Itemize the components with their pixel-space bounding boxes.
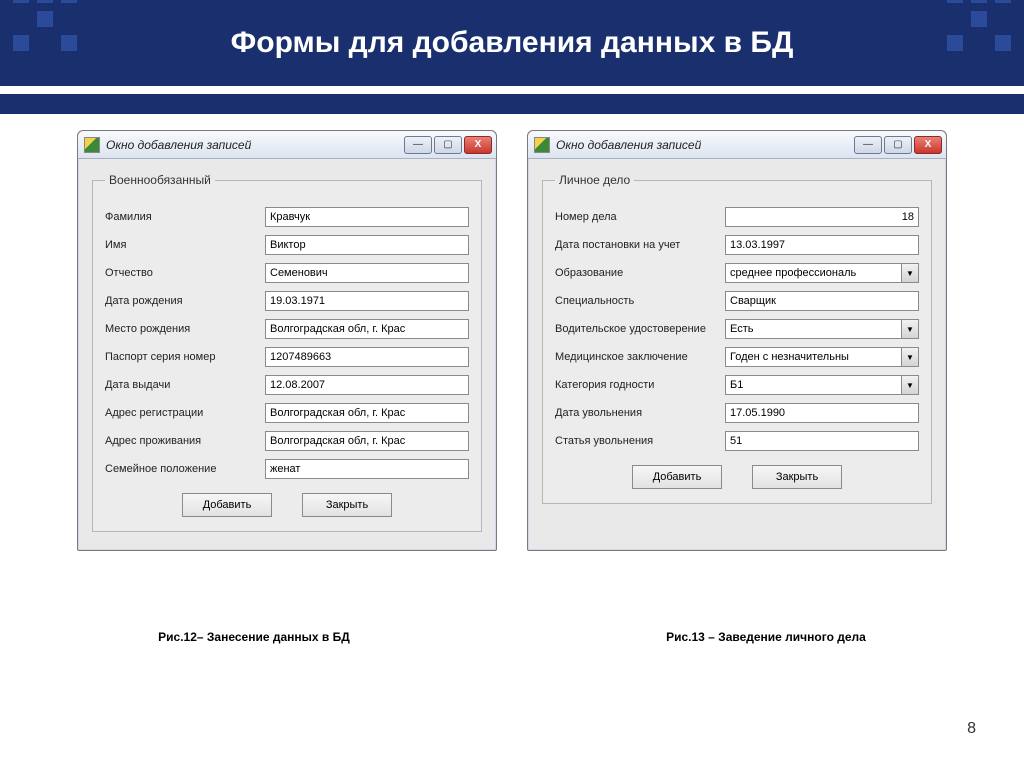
- label-patronymic: Отчество: [105, 267, 265, 279]
- slide-title: Формы для добавления данных в БД: [0, 0, 1024, 86]
- maximize-button[interactable]: ▢: [884, 136, 912, 154]
- label-discharge-date: Дата увольнения: [555, 407, 725, 419]
- label-name: Имя: [105, 239, 265, 251]
- close-button[interactable]: X: [914, 136, 942, 154]
- groupbox-person: Военнообязанный Фамилия Имя Отчество Дат…: [92, 173, 482, 532]
- label-speciality: Специальность: [555, 295, 725, 307]
- input-name[interactable]: [265, 235, 469, 255]
- label-driver: Водительское удостоверение: [555, 323, 725, 335]
- input-surname[interactable]: [265, 207, 469, 227]
- window-title: Окно добавления записей: [556, 138, 854, 152]
- input-marital[interactable]: [265, 459, 469, 479]
- label-birthdate: Дата рождения: [105, 295, 265, 307]
- window-add-record-case: Окно добавления записей — ▢ X Личное дел…: [527, 130, 947, 551]
- input-issue-date[interactable]: [265, 375, 469, 395]
- label-reg-date: Дата постановки на учет: [555, 239, 725, 251]
- label-issue-date: Дата выдачи: [105, 379, 265, 391]
- label-education: Образование: [555, 267, 725, 279]
- add-button[interactable]: Добавить: [182, 493, 272, 517]
- input-birthdate[interactable]: [265, 291, 469, 311]
- window-add-record-person: Окно добавления записей — ▢ X Военнообяз…: [77, 130, 497, 551]
- caption-left: Рис.12– Занесение данных в БД: [158, 630, 350, 644]
- window-title: Окно добавления записей: [106, 138, 404, 152]
- close-button[interactable]: X: [464, 136, 492, 154]
- decoration-grid-right: [946, 0, 1012, 52]
- maximize-button[interactable]: ▢: [434, 136, 462, 154]
- windows-stage: Окно добавления записей — ▢ X Военнообяз…: [0, 130, 1024, 551]
- input-birthplace[interactable]: [265, 319, 469, 339]
- add-button[interactable]: Добавить: [632, 465, 722, 489]
- chevron-down-icon[interactable]: ▼: [901, 319, 919, 339]
- label-reg-addr: Адрес регистрации: [105, 407, 265, 419]
- label-category: Категория годности: [555, 379, 725, 391]
- decoration-band: [0, 94, 1024, 114]
- select-medical[interactable]: [725, 347, 901, 367]
- input-case-no[interactable]: [725, 207, 919, 227]
- app-icon: [534, 137, 550, 153]
- chevron-down-icon[interactable]: ▼: [901, 375, 919, 395]
- input-live-addr[interactable]: [265, 431, 469, 451]
- input-patronymic[interactable]: [265, 263, 469, 283]
- close-form-button[interactable]: Закрыть: [302, 493, 392, 517]
- groupbox-legend: Военнообязанный: [105, 173, 215, 187]
- label-birthplace: Место рождения: [105, 323, 265, 335]
- slide-header: Формы для добавления данных в БД: [0, 0, 1024, 86]
- minimize-button[interactable]: —: [404, 136, 432, 154]
- input-discharge-article[interactable]: [725, 431, 919, 451]
- app-icon: [84, 137, 100, 153]
- label-surname: Фамилия: [105, 211, 265, 223]
- label-discharge-article: Статья увольнения: [555, 435, 725, 447]
- label-passport: Паспорт серия номер: [105, 351, 265, 363]
- caption-right: Рис.13 – Заведение личного дела: [666, 630, 866, 644]
- input-reg-date[interactable]: [725, 235, 919, 255]
- titlebar: Окно добавления записей — ▢ X: [78, 131, 496, 159]
- groupbox-legend: Личное дело: [555, 173, 634, 187]
- label-medical: Медицинское заключение: [555, 351, 725, 363]
- input-passport[interactable]: [265, 347, 469, 367]
- groupbox-case: Личное дело Номер дела Дата постановки н…: [542, 173, 932, 504]
- input-speciality[interactable]: [725, 291, 919, 311]
- minimize-button[interactable]: —: [854, 136, 882, 154]
- close-form-button[interactable]: Закрыть: [752, 465, 842, 489]
- figure-captions: Рис.12– Занесение данных в БД Рис.13 – З…: [0, 630, 1024, 644]
- chevron-down-icon[interactable]: ▼: [901, 347, 919, 367]
- select-education[interactable]: [725, 263, 901, 283]
- label-live-addr: Адрес проживания: [105, 435, 265, 447]
- label-case-no: Номер дела: [555, 211, 725, 223]
- chevron-down-icon[interactable]: ▼: [901, 263, 919, 283]
- select-driver[interactable]: [725, 319, 901, 339]
- input-reg-addr[interactable]: [265, 403, 469, 423]
- titlebar: Окно добавления записей — ▢ X: [528, 131, 946, 159]
- label-marital: Семейное положение: [105, 463, 265, 475]
- page-number: 8: [967, 720, 976, 738]
- select-category[interactable]: [725, 375, 901, 395]
- decoration-grid-left: [12, 0, 78, 52]
- input-discharge-date[interactable]: [725, 403, 919, 423]
